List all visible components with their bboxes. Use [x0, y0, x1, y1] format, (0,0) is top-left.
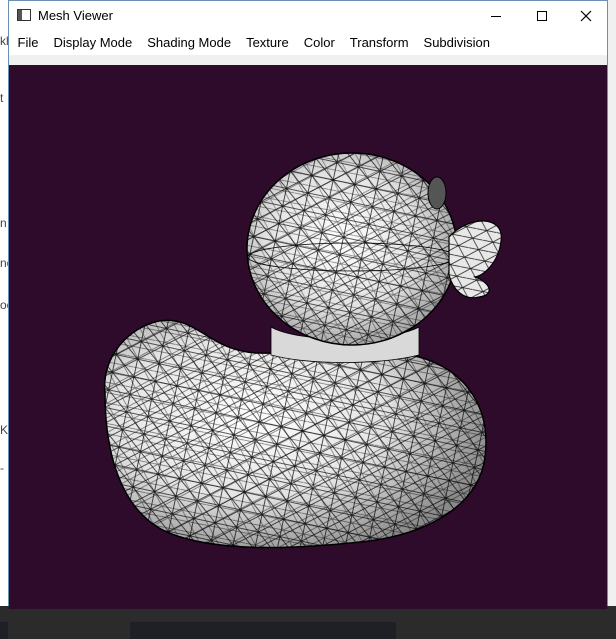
- minimize-button[interactable]: [473, 1, 519, 31]
- menu-texture[interactable]: Texture: [239, 31, 297, 55]
- maximize-button[interactable]: [519, 1, 565, 31]
- menu-separator: [9, 55, 607, 65]
- maximize-icon: [537, 11, 547, 21]
- mesh-viewer-window: Mesh Viewer File Display Mode Shading Mo…: [8, 0, 608, 609]
- duck-beak-mesh: [448, 220, 502, 299]
- duck-mesh-render: [103, 152, 502, 549]
- app-window-icon[interactable]: [17, 9, 31, 21]
- background-text: n: [0, 216, 7, 230]
- background-strip: [130, 622, 396, 639]
- background-strip: [0, 622, 8, 639]
- title-bar[interactable]: Mesh Viewer: [9, 1, 607, 31]
- background-text: t: [0, 91, 4, 105]
- background-app-bottom: [0, 606, 616, 639]
- minimize-icon: [491, 15, 501, 17]
- menu-bar: File Display Mode Shading Mode Texture C…: [9, 31, 607, 55]
- duck-head-mesh: [246, 152, 458, 346]
- menu-file[interactable]: File: [10, 31, 46, 55]
- menu-subdivision[interactable]: Subdivision: [416, 31, 498, 55]
- close-icon: [580, 10, 592, 22]
- close-button[interactable]: [563, 1, 609, 31]
- menu-shading-mode[interactable]: Shading Mode: [140, 31, 239, 55]
- render-viewport[interactable]: [9, 65, 607, 609]
- menu-color[interactable]: Color: [296, 31, 342, 55]
- menu-display-mode[interactable]: Display Mode: [46, 31, 140, 55]
- duck-eye: [427, 176, 447, 210]
- background-text: -: [0, 461, 4, 475]
- menu-transform[interactable]: Transform: [342, 31, 416, 55]
- window-title: Mesh Viewer: [38, 8, 113, 23]
